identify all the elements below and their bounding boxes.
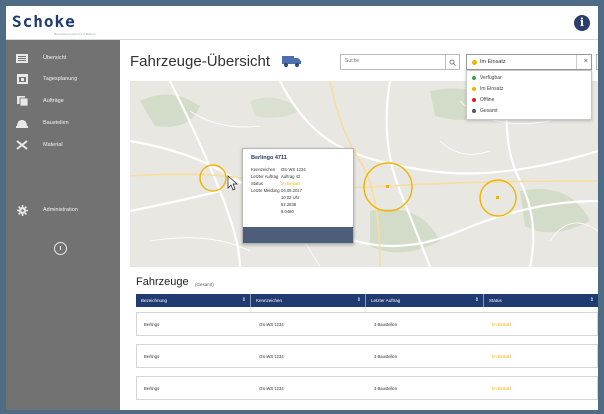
vehicle-info-popup: Berlingo 4711 Kennzeichen OS-WS 1234 Letz… <box>242 148 354 244</box>
status-option-im-einsatz[interactable]: Im Einsatz <box>467 85 591 93</box>
sidebar-item-auftraege[interactable]: Aufträge <box>6 91 120 111</box>
sidebar-item-tagesplanung[interactable]: Tagesplanung <box>6 69 120 89</box>
info-icon[interactable]: i <box>574 15 590 31</box>
sort-icon[interactable]: ⇕ <box>242 294 246 307</box>
status-filter-dropdown: Verfügbar Im Einsatz Offline Gesamt <box>466 70 592 120</box>
popup-footer-button[interactable] <box>243 227 353 243</box>
sidebar-item-material[interactable]: Material <box>6 135 120 155</box>
popup-row: Letzter Auftrag Auftrag 42 <box>251 174 301 179</box>
status-filter-select[interactable]: Im Einsatz × <box>466 54 592 70</box>
sidebar-item-label: Übersicht <box>43 55 67 61</box>
table-header: Bezeichnung ⇕ Kennzeichen ⇕ Letzter Auftra… <box>136 294 598 307</box>
popup-row: 52.2838 <box>281 202 297 207</box>
status-badge: Im Einsatz <box>492 353 512 359</box>
page-title: Fahrzeuge-Übersicht <box>130 53 271 70</box>
popup-row: Letzte Meldung04.05.2017 <box>251 188 302 193</box>
status-dot-icon <box>472 98 476 102</box>
app-header: Schoke Baustellensicherheit Mahns i <box>6 6 598 40</box>
status-filter-value: Im Einsatz <box>480 59 506 65</box>
popup-row: Kennzeichen OS-WS 1234 <box>251 167 306 172</box>
column-header-kennzeichen[interactable]: Kennzeichen ⇕ <box>251 294 366 307</box>
sidebar-item-baustellen[interactable]: Baustellen <box>6 113 120 133</box>
sidebar: Übersicht Tagesplanung Aufträge Baustell… <box>6 40 120 410</box>
status-badge: Im Einsatz <box>492 385 512 391</box>
status-dot-icon <box>472 87 476 91</box>
column-header-status[interactable]: Status ⇕ <box>484 294 598 307</box>
table-subtitle: (Gesamt) <box>195 282 214 287</box>
sidebar-item-label: Aufträge <box>43 98 64 104</box>
tools-icon <box>15 140 29 150</box>
popup-row: 10:02 Uhr <box>281 195 300 200</box>
popup-row: 8.0480 <box>281 209 294 214</box>
documents-icon <box>15 96 29 106</box>
hardhat-icon <box>15 118 29 128</box>
calendar-icon <box>15 74 29 84</box>
search-box <box>340 54 460 70</box>
sidebar-item-label: Tagesplanung <box>43 76 78 82</box>
status-option-gesamt[interactable]: Gesamt <box>467 107 591 115</box>
column-header-letzter-auftrag[interactable]: Letzter Auftrag ⇕ <box>366 294 484 307</box>
sort-icon[interactable]: ⇕ <box>475 294 479 307</box>
status-option-verfuegbar[interactable]: Verfügbar <box>467 74 591 82</box>
app-window: Schoke Baustellensicherheit Mahns i Über… <box>6 6 598 410</box>
logo: Schoke <box>12 12 76 31</box>
secondary-select[interactable] <box>596 54 598 70</box>
status-badge: Im Einsatz <box>492 321 512 327</box>
status-dot-icon <box>472 109 476 113</box>
sidebar-item-label: Baustellen <box>43 120 69 126</box>
sidebar-item-uebersicht[interactable]: Übersicht <box>6 48 120 68</box>
clock-icon[interactable] <box>54 242 67 255</box>
table-title: Fahrzeuge <box>136 276 189 288</box>
popup-title: Berlingo 4711 <box>251 155 287 161</box>
status-option-offline[interactable]: Offline <box>467 96 591 104</box>
sidebar-item-label: Administration <box>43 207 78 213</box>
table-row[interactable]: Berlingo OS-WS 1234 3 Baustellen Im Eins… <box>136 312 598 336</box>
clear-filter-icon[interactable]: × <box>584 58 588 65</box>
sidebar-item-label: Material <box>43 142 63 148</box>
table-row[interactable]: Berlingo OS-WS 1234 3 Baustellen Im Eins… <box>136 344 598 368</box>
popup-row: Status Im Einsatz <box>251 181 301 186</box>
sort-icon[interactable]: ⇕ <box>357 294 361 307</box>
table-row[interactable]: Berlingo OS-WS 1234 3 Baustellen Im Eins… <box>136 376 598 400</box>
status-dot-icon <box>472 60 477 65</box>
logo-text: Schoke <box>12 12 76 31</box>
status-dot-icon <box>472 76 476 80</box>
search-icon[interactable] <box>445 55 459 69</box>
search-input[interactable] <box>345 58 440 64</box>
logo-subtitle: Baustellensicherheit Mahns <box>54 32 96 36</box>
column-header-bezeichnung[interactable]: Bezeichnung ⇕ <box>136 294 251 307</box>
list-icon <box>15 53 29 63</box>
sidebar-item-administration[interactable]: Administration <box>6 200 120 220</box>
gear-icon <box>15 204 29 216</box>
truck-icon <box>282 56 301 67</box>
sort-icon[interactable]: ⇕ <box>590 294 594 307</box>
